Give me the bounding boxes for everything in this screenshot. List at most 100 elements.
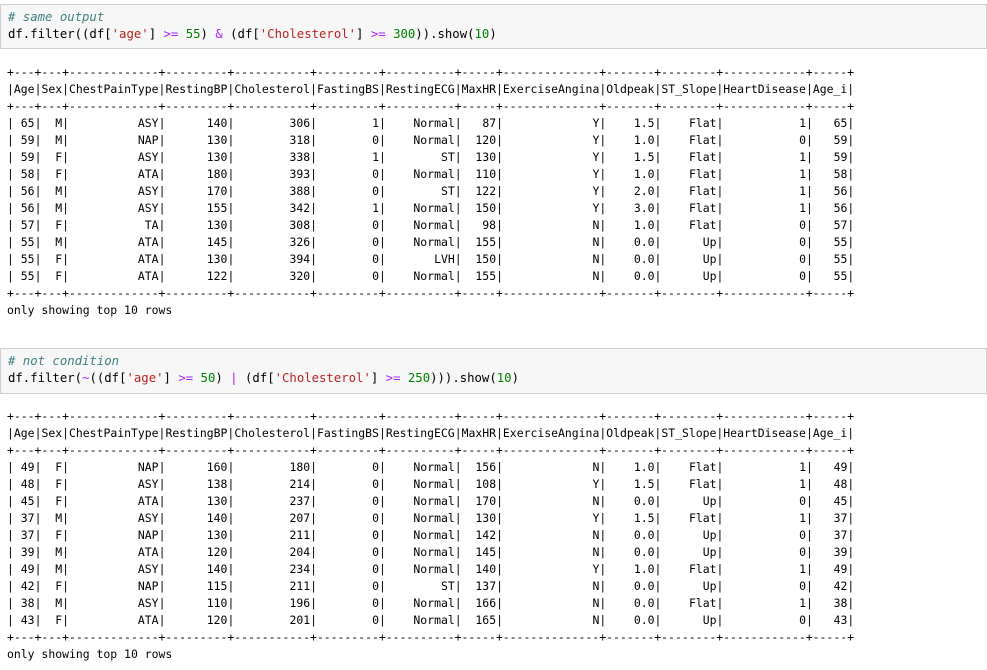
table-cell: 145 (206, 235, 228, 249)
table-cell: 180 (289, 460, 311, 474)
table-cell: 59 (833, 133, 848, 147)
code-token: ] (148, 27, 164, 41)
table-cell: 1.0 (633, 460, 655, 474)
table-cell: 388 (289, 184, 311, 198)
table-cell: ASY (137, 596, 159, 610)
table-cell: Up (702, 613, 717, 627)
table-cell: 155 (475, 235, 497, 249)
column-header: Sex (41, 82, 63, 96)
column-header: HeartDisease (723, 82, 806, 96)
table-cell: 57 (833, 218, 848, 232)
code-token: 'age' (126, 371, 164, 385)
table-cell: Normal (413, 269, 455, 283)
table-cell: F (55, 460, 63, 474)
column-header: RestingECG (385, 426, 455, 440)
table-cell: 42 (20, 579, 35, 593)
table-cell: 0 (372, 477, 379, 491)
table-cell: 0 (372, 562, 379, 576)
table-cell: 196 (289, 596, 311, 610)
table-cell: Up (702, 235, 717, 249)
table-cell: N (592, 596, 600, 610)
table-cell: 0 (372, 613, 379, 627)
table-cell: ASY (137, 116, 159, 130)
table-cell: 1.0 (633, 133, 655, 147)
table-cell: 1.5 (633, 150, 655, 164)
table-cell: 170 (475, 494, 497, 508)
table-cell: 1.0 (633, 562, 655, 576)
table-cell: Flat (688, 562, 717, 576)
table-cell: 0 (799, 579, 807, 593)
table-cell: 43 (20, 613, 35, 627)
table-cell: 318 (289, 133, 311, 147)
table-cell: 108 (475, 477, 497, 491)
table-cell: Flat (688, 167, 717, 181)
table-cell: 130 (206, 494, 228, 508)
table-cell: 0 (372, 579, 379, 593)
code-token: >= (370, 27, 386, 41)
code-cell-1[interactable]: # same output df.filter((df['age'] >= 55… (0, 4, 987, 49)
code-token: 50 (200, 371, 216, 385)
table-cell: Flat (688, 511, 717, 525)
output-table: +---+---+-------------+---------+-------… (7, 409, 855, 661)
table-cell: N (592, 494, 600, 508)
table-cell: 37 (20, 511, 35, 525)
table-cell: 308 (289, 218, 311, 232)
table-cell: F (55, 528, 63, 542)
table-cell: 110 (475, 167, 497, 181)
table-cell: F (55, 494, 63, 508)
table-cell: 0.0 (633, 579, 655, 593)
table-cell: 39 (833, 545, 848, 559)
table-cell: 138 (206, 477, 228, 491)
table-cell: 2.0 (633, 184, 655, 198)
code-token: >= (163, 27, 179, 41)
table-cell: 42 (833, 579, 848, 593)
table-cell: M (55, 511, 63, 525)
table-cell: 55 (20, 269, 35, 283)
table-cell: 0 (799, 252, 807, 266)
code-cell-2[interactable]: # not condition df.filter(~((df['age'] >… (0, 348, 987, 394)
table-cell: 38 (20, 596, 35, 610)
table-cell: 49 (833, 562, 848, 576)
table-cell: 122 (475, 184, 497, 198)
table-cell: Y (592, 184, 600, 198)
table-cell: 65 (833, 116, 848, 130)
table-cell: 201 (289, 613, 311, 627)
table-cell: 45 (833, 494, 848, 508)
table-cell: 0 (372, 545, 379, 559)
table-cell: ATA (137, 545, 159, 559)
table-cell: 0.0 (633, 613, 655, 627)
table-cell: 394 (289, 252, 311, 266)
table-cell: 137 (475, 579, 497, 593)
column-header: RestingBP (165, 82, 228, 96)
table-cell: 120 (475, 133, 497, 147)
table-cell: 1.5 (633, 477, 655, 491)
table-cell: N (592, 269, 600, 283)
table-cell: Up (702, 252, 717, 266)
code-token: ) (200, 27, 216, 41)
table-cell: 150 (475, 201, 497, 215)
table-cell: 306 (289, 116, 311, 130)
table-cell: 98 (482, 218, 497, 232)
table-cell: Up (702, 545, 717, 559)
table-cell: 1 (372, 201, 379, 215)
table-cell: Y (592, 167, 600, 181)
table-cell: 56 (833, 184, 848, 198)
table-cell: Flat (688, 116, 717, 130)
table-cell: Y (592, 133, 600, 147)
table-cell: 110 (206, 596, 228, 610)
table-cell: 0 (372, 235, 379, 249)
table-cell: N (592, 218, 600, 232)
table-cell: 0.0 (633, 528, 655, 542)
table-cell: F (55, 252, 63, 266)
table-cell: Normal (413, 116, 455, 130)
column-header: ST_Slope (661, 82, 717, 96)
table-cell: M (55, 545, 63, 559)
table-cell: 155 (475, 269, 497, 283)
table-cell: 0 (799, 133, 807, 147)
column-header: HeartDisease (723, 426, 806, 440)
table-cell: M (55, 562, 63, 576)
table-cell: N (592, 235, 600, 249)
table-cell: 130 (206, 133, 228, 147)
